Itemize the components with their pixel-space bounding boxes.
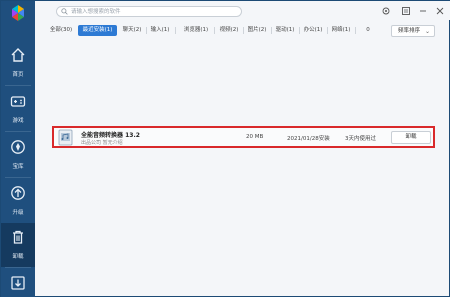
tab-separator [214, 27, 215, 34]
settings-icon[interactable] [382, 7, 390, 15]
category-tabs: 全部(30) 最近安装(1) 聊天(2) 输入(1) 浏览器(1) 视频(2) … [35, 24, 450, 38]
sidebar-item-label: 升级 [12, 210, 24, 216]
title-bar: 请输入想搜索的软件 [35, 1, 450, 20]
tab-separator [299, 27, 300, 34]
tab-more[interactable]: 0 [360, 25, 376, 36]
tab-separator [146, 27, 147, 34]
divider [5, 267, 31, 268]
install-date: 2021/01/28安装 [287, 136, 330, 142]
sidebar-item-upgrade[interactable]: 升级 [1, 179, 35, 223]
tab-separator [355, 27, 356, 34]
app-size: 20 MB [246, 134, 264, 140]
last-used: 3天内使用过 [345, 136, 376, 142]
divider [5, 131, 31, 132]
trash-icon [13, 230, 23, 244]
upgrade-icon [11, 186, 25, 200]
app-name: 全能音频转换器 13.2 [81, 132, 140, 139]
app-window: 首页 游戏 宝库 升级 卸载 请输入想搜索的软件 全部(30) 最近安装(1) … [0, 0, 450, 297]
sort-label: 频率排序 [398, 28, 421, 34]
download-icon [11, 276, 25, 290]
list-item[interactable]: 全能音频转换器 13.2 出品公司 暂无介绍 20 MB 2021/01/28安… [52, 126, 435, 148]
gamepad-icon [10, 96, 26, 107]
tab-driver[interactable]: 驱动(1) [273, 25, 297, 36]
tab-network[interactable]: 网络(1) [329, 25, 353, 36]
sidebar-item-download[interactable] [1, 269, 35, 297]
treasure-icon [11, 140, 25, 154]
search-placeholder: 请输入想搜索的软件 [71, 9, 121, 15]
sidebar-item-label: 宝库 [12, 164, 24, 170]
sort-dropdown[interactable]: 频率排序 ⌄ [391, 25, 435, 37]
tab-office[interactable]: 办公(1) [301, 25, 325, 36]
search-input[interactable]: 请输入想搜索的软件 [56, 6, 242, 17]
tab-image[interactable]: 图片(2) [245, 25, 269, 36]
tab-chat[interactable]: 聊天(2) [120, 25, 144, 36]
tab-video[interactable]: 视频(2) [217, 25, 241, 36]
sidebar: 首页 游戏 宝库 升级 卸载 [1, 1, 35, 297]
search-icon [61, 8, 68, 15]
tab-separator [175, 27, 176, 34]
sidebar-item-label: 卸载 [12, 254, 24, 260]
menu-icon[interactable] [402, 7, 410, 15]
minimize-icon[interactable] [419, 7, 427, 15]
tab-recent[interactable]: 最近安装(1) [78, 25, 117, 36]
sidebar-item-games[interactable]: 游戏 [1, 87, 35, 131]
tab-separator [327, 27, 328, 34]
sidebar-item-home[interactable]: 首页 [1, 41, 35, 85]
tab-browser[interactable]: 浏览器(1) [180, 25, 212, 36]
divider [5, 177, 31, 178]
sidebar-item-uninstall[interactable]: 卸载 [1, 223, 35, 267]
tab-input[interactable]: 输入(1) [148, 25, 172, 36]
divider [5, 85, 31, 86]
app-publisher: 出品公司 暂无介绍 [81, 140, 123, 146]
sidebar-item-label: 游戏 [12, 118, 24, 124]
chevron-down-icon: ⌄ [424, 28, 430, 35]
sidebar-item-label: 首页 [12, 72, 24, 78]
sidebar-item-treasure[interactable]: 宝库 [1, 133, 35, 177]
audio-converter-app-icon [58, 129, 73, 146]
close-icon[interactable] [436, 7, 444, 15]
tab-separator [271, 27, 272, 34]
tab-separator [243, 27, 244, 34]
home-icon [11, 48, 25, 62]
app-logo [12, 5, 24, 21]
tab-all[interactable]: 全部(30) [47, 25, 75, 36]
uninstall-button[interactable]: 卸载 [391, 131, 431, 144]
